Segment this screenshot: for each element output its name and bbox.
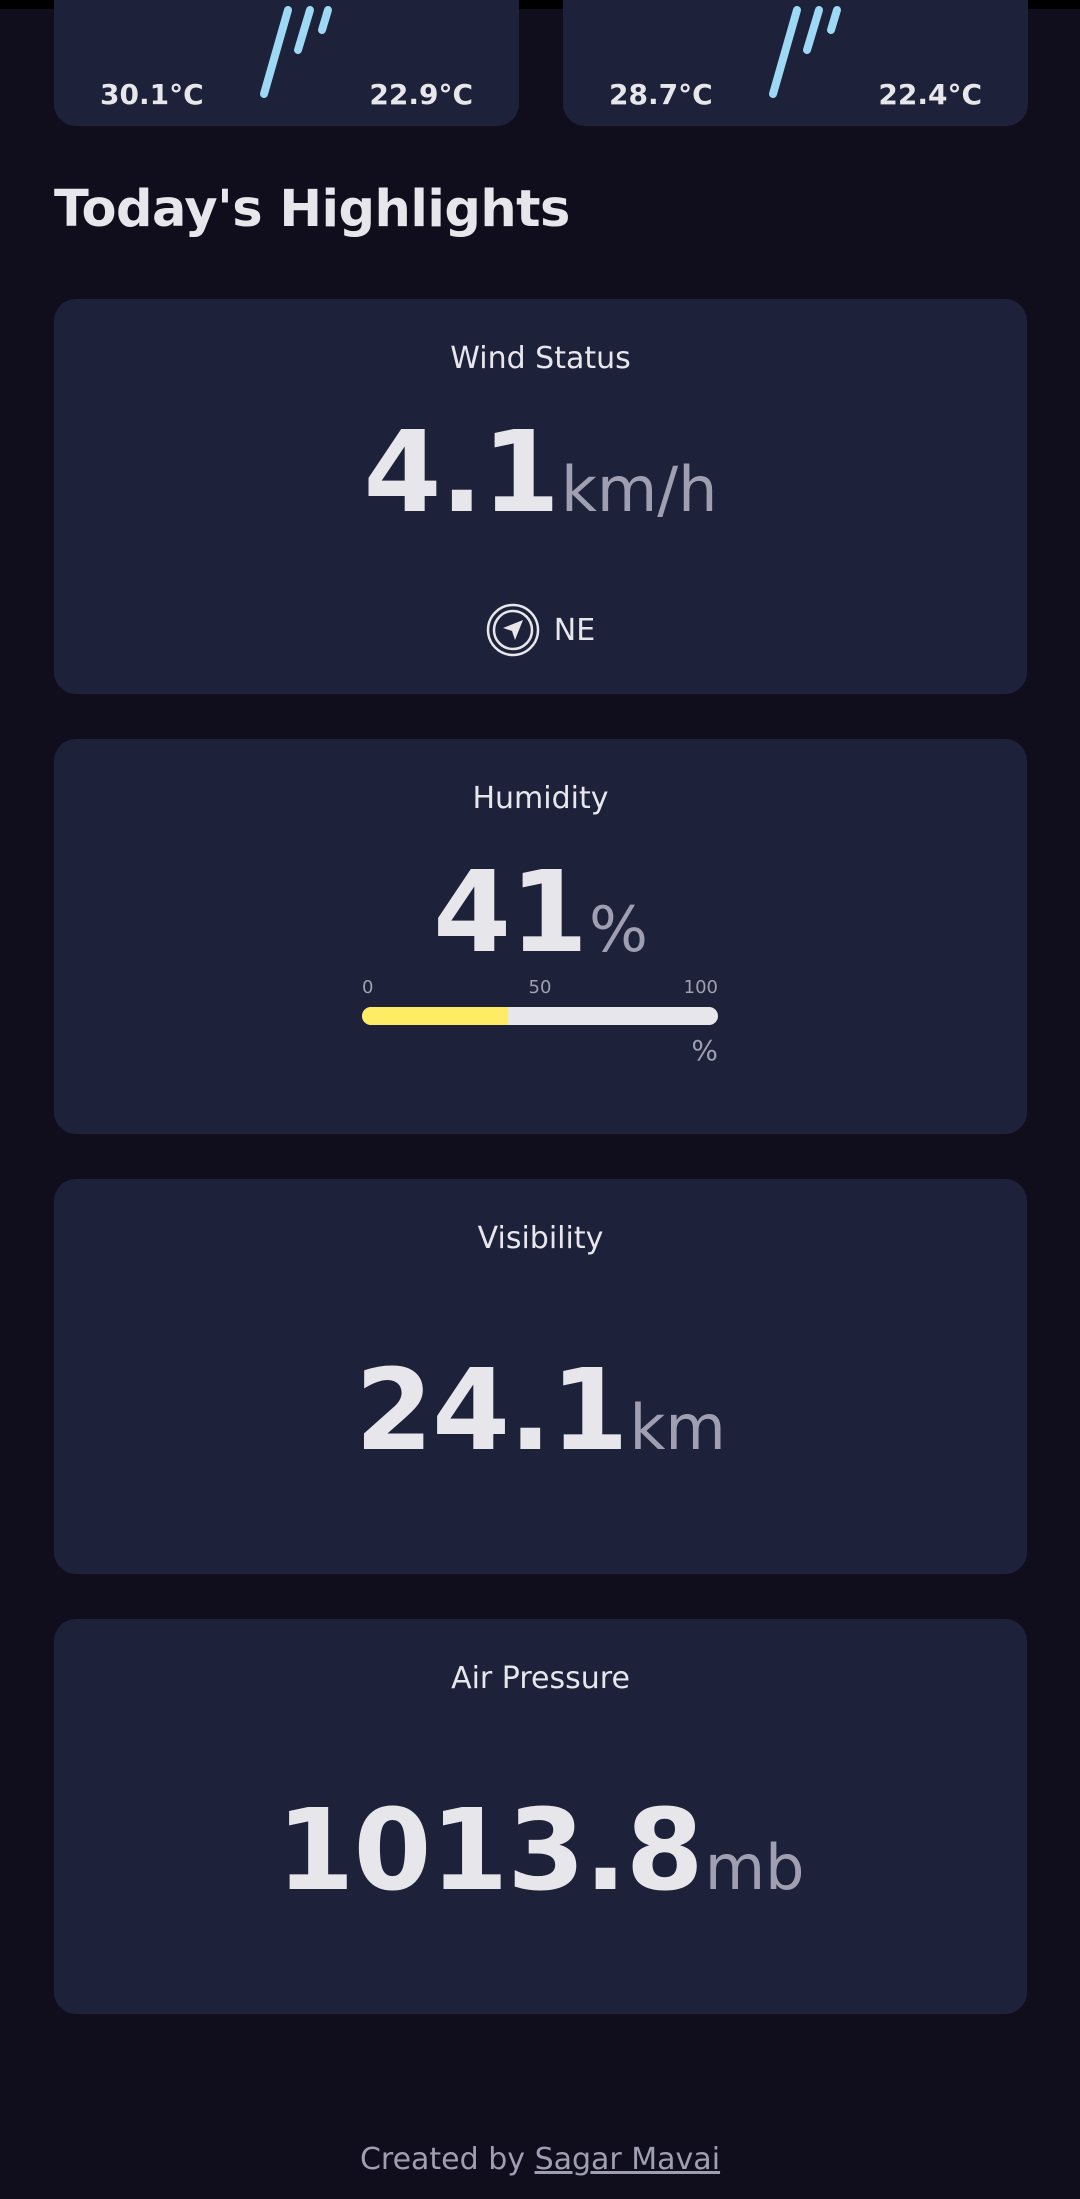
- humidity-unit: %: [588, 893, 648, 966]
- forecast-min-temp: 22.9°C: [369, 78, 473, 111]
- air-pressure-card: Air Pressure 1013.8mb: [54, 1619, 1027, 2014]
- visibility-unit: km: [629, 1391, 726, 1464]
- scale-max-label: 100: [683, 977, 718, 998]
- air-pressure-value: 1013.8: [276, 1786, 704, 1916]
- visibility-value: 24.1: [355, 1346, 628, 1476]
- visibility-label: Visibility: [477, 1221, 604, 1256]
- forecast-min-temp: 22.4°C: [878, 78, 982, 111]
- visibility-card: Visibility 24.1km: [54, 1179, 1027, 1574]
- compass-navigation-icon: [486, 603, 540, 657]
- humidity-value: 41: [433, 848, 588, 978]
- rain-icon: [769, 6, 841, 98]
- air-pressure-unit: mb: [704, 1831, 805, 1904]
- humidity-label: Humidity: [472, 781, 609, 816]
- wind-status-label: Wind Status: [450, 341, 631, 376]
- section-title: Today's Highlights: [54, 180, 570, 239]
- footer-prefix: Created by: [359, 2142, 535, 2177]
- author-link[interactable]: Sagar Mavai: [535, 2142, 720, 2177]
- footer-credit: Created by Sagar Mavai: [0, 2142, 1080, 2177]
- wind-value-line: 4.1km/h: [54, 417, 1027, 529]
- humidity-scale-labels: 0 50 100: [362, 977, 718, 999]
- humidity-value-line: 41%: [54, 857, 1027, 969]
- scale-mid-label: 50: [528, 977, 552, 998]
- humidity-card: Humidity 41% 0 50 100 %: [54, 739, 1027, 1134]
- wind-direction: NE: [54, 603, 1027, 657]
- wind-speed-unit: km/h: [560, 453, 718, 526]
- wind-direction-text: NE: [553, 612, 596, 648]
- air-pressure-value-line: 1013.8mb: [54, 1795, 1027, 1907]
- wind-speed-value: 4.1: [363, 408, 560, 538]
- wind-status-card: Wind Status 4.1km/h NE: [54, 299, 1027, 694]
- air-pressure-label: Air Pressure: [451, 1661, 630, 1696]
- forecast-max-temp: 28.7°C: [609, 78, 713, 111]
- forecast-card[interactable]: 28.7°C 22.4°C: [563, 0, 1028, 126]
- rain-icon: [260, 6, 332, 98]
- humidity-bar-fill: [362, 1007, 508, 1025]
- scale-min-label: 0: [362, 977, 374, 998]
- scale-unit-label: %: [691, 1034, 718, 1067]
- humidity-bar-track: [362, 1007, 718, 1025]
- visibility-value-line: 24.1km: [54, 1355, 1027, 1467]
- forecast-max-temp: 30.1°C: [100, 78, 204, 111]
- humidity-progress: 0 50 100 %: [362, 977, 718, 1077]
- forecast-card[interactable]: 30.1°C 22.9°C: [54, 0, 519, 126]
